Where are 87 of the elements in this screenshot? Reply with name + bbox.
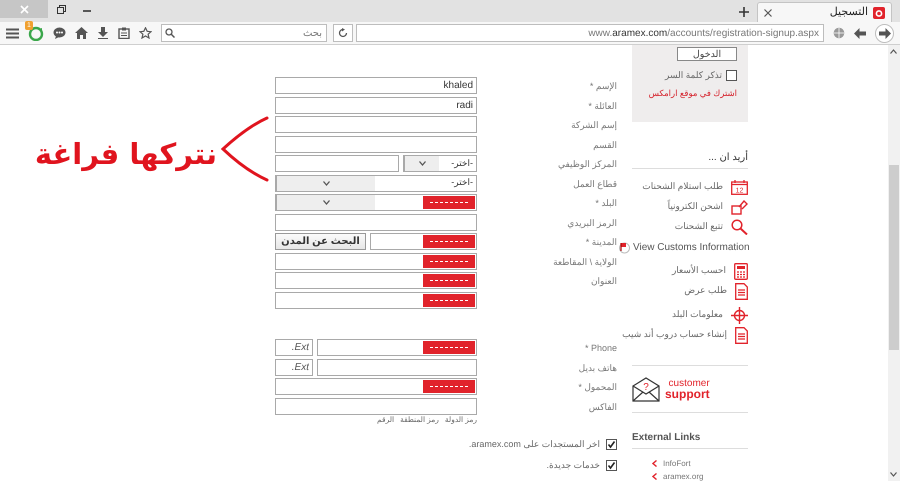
checkbox[interactable] bbox=[606, 460, 617, 471]
forward-icon bbox=[878, 28, 890, 38]
field-label: البلد * bbox=[594, 197, 617, 210]
reload-icon bbox=[338, 28, 348, 38]
action-link[interactable]: View Customs Information bbox=[633, 240, 750, 254]
select-field[interactable]: -اختر- bbox=[275, 174, 477, 192]
input-field[interactable] bbox=[275, 155, 400, 172]
input-field[interactable] bbox=[275, 398, 477, 414]
restore-icon bbox=[56, 4, 66, 14]
action-link[interactable]: طلب استلام الشحنات bbox=[642, 180, 723, 194]
globe-icon bbox=[833, 27, 845, 39]
star-icon[interactable] bbox=[139, 27, 152, 39]
field-label: العنوان bbox=[590, 275, 617, 288]
search-cities-button[interactable]: البحث عن المدن bbox=[275, 233, 366, 250]
caret-icon bbox=[418, 161, 426, 166]
calculator-icon bbox=[734, 262, 748, 280]
input-field[interactable]: radi bbox=[275, 96, 477, 114]
section-heading: External Links bbox=[632, 430, 748, 449]
field-label: الإسم * bbox=[588, 80, 617, 94]
browser-tab[interactable]: التسجيل bbox=[757, 2, 892, 22]
field-label: الرمز البريدي bbox=[566, 216, 617, 230]
close-icon bbox=[20, 4, 28, 14]
action-link[interactable]: معلومات البلد bbox=[672, 308, 723, 322]
crosshair-icon bbox=[731, 306, 748, 324]
scroll-down-icon[interactable] bbox=[890, 472, 897, 477]
input-field[interactable] bbox=[317, 358, 477, 376]
ext-field[interactable]: Ext. bbox=[275, 358, 313, 376]
annotation-text: نتركها فراغة bbox=[34, 136, 217, 174]
input-field[interactable]: khaled bbox=[275, 77, 477, 94]
action-link[interactable]: طلب عرض bbox=[684, 284, 727, 298]
select-field[interactable]: -اختر- bbox=[403, 155, 477, 172]
field-label: Phone * bbox=[584, 342, 617, 355]
option-label: خدمات جديدة. bbox=[546, 458, 600, 472]
support-text: customer bbox=[668, 378, 710, 389]
field-label: إسم الشركة bbox=[570, 119, 617, 132]
download-icon[interactable] bbox=[97, 27, 109, 39]
support-text: support bbox=[665, 389, 710, 400]
clipboard-icon[interactable] bbox=[118, 27, 130, 39]
forward-button[interactable] bbox=[875, 24, 894, 42]
field-label: هاتف بديل bbox=[578, 362, 617, 374]
field-label: الولاية \ المقاطعة bbox=[552, 256, 617, 269]
new-tab-icon[interactable] bbox=[739, 7, 749, 17]
scroll-up-icon[interactable] bbox=[890, 49, 897, 54]
checkbox[interactable] bbox=[606, 439, 617, 450]
url-field[interactable]: www.aramex.com/accounts/registration-signup.aspx bbox=[356, 24, 824, 42]
option-label: اخر المستجدات على aramex.com. bbox=[468, 438, 600, 452]
field-label: العائلة * bbox=[587, 100, 617, 112]
search-field[interactable]: بحث bbox=[161, 24, 327, 42]
input-field[interactable] bbox=[275, 214, 477, 230]
action-link[interactable]: اشحن الكترونياً bbox=[668, 200, 723, 214]
menu-icon[interactable] bbox=[6, 28, 19, 38]
search-icon bbox=[165, 28, 175, 38]
signup-link[interactable]: اشترك في موقع ارامكس bbox=[632, 86, 737, 100]
section-heading: أريد ان ... bbox=[632, 150, 748, 169]
search-icon bbox=[731, 219, 748, 235]
parcel-icon bbox=[731, 200, 748, 214]
field-label: المحمول * bbox=[577, 381, 617, 394]
field-label: القسم bbox=[592, 138, 617, 152]
document-icon bbox=[735, 326, 748, 344]
field-label: المدينة * bbox=[584, 236, 617, 249]
back-icon[interactable] bbox=[854, 28, 866, 38]
action-link[interactable]: إنشاء حساب دروب أند شيب bbox=[622, 328, 727, 342]
envelope-icon: ? bbox=[632, 376, 660, 402]
login-button[interactable]: الدخول bbox=[677, 47, 737, 61]
field-label: قطاع العمل bbox=[572, 178, 617, 191]
caret-icon bbox=[322, 200, 330, 205]
close-icon[interactable] bbox=[764, 8, 772, 16]
chat-icon[interactable] bbox=[53, 27, 66, 39]
remember-label: تذكر كلمة السر bbox=[664, 69, 722, 82]
action-link[interactable]: تتبع الشحنات bbox=[674, 220, 723, 234]
action-link[interactable]: احسب الأسعار bbox=[672, 264, 726, 278]
scrollbar-thumb[interactable] bbox=[889, 165, 899, 350]
checkbox[interactable] bbox=[726, 70, 737, 82]
logo-icon bbox=[873, 6, 885, 18]
input-field[interactable] bbox=[275, 136, 477, 152]
flag-icon bbox=[618, 240, 631, 254]
caret-icon bbox=[322, 180, 330, 186]
field-label: المركز الوظيفي bbox=[557, 158, 617, 172]
ext-field[interactable]: Ext. bbox=[275, 339, 313, 356]
external-link[interactable]: aramex.org bbox=[663, 470, 704, 481]
document-icon bbox=[735, 282, 748, 300]
input-field[interactable] bbox=[275, 116, 477, 133]
external-link[interactable]: InfoFort bbox=[663, 458, 691, 470]
sync-icon[interactable] bbox=[28, 25, 44, 41]
field-label: الفاكس bbox=[588, 400, 617, 414]
reload-button[interactable] bbox=[333, 24, 353, 42]
home-icon[interactable] bbox=[75, 27, 88, 39]
